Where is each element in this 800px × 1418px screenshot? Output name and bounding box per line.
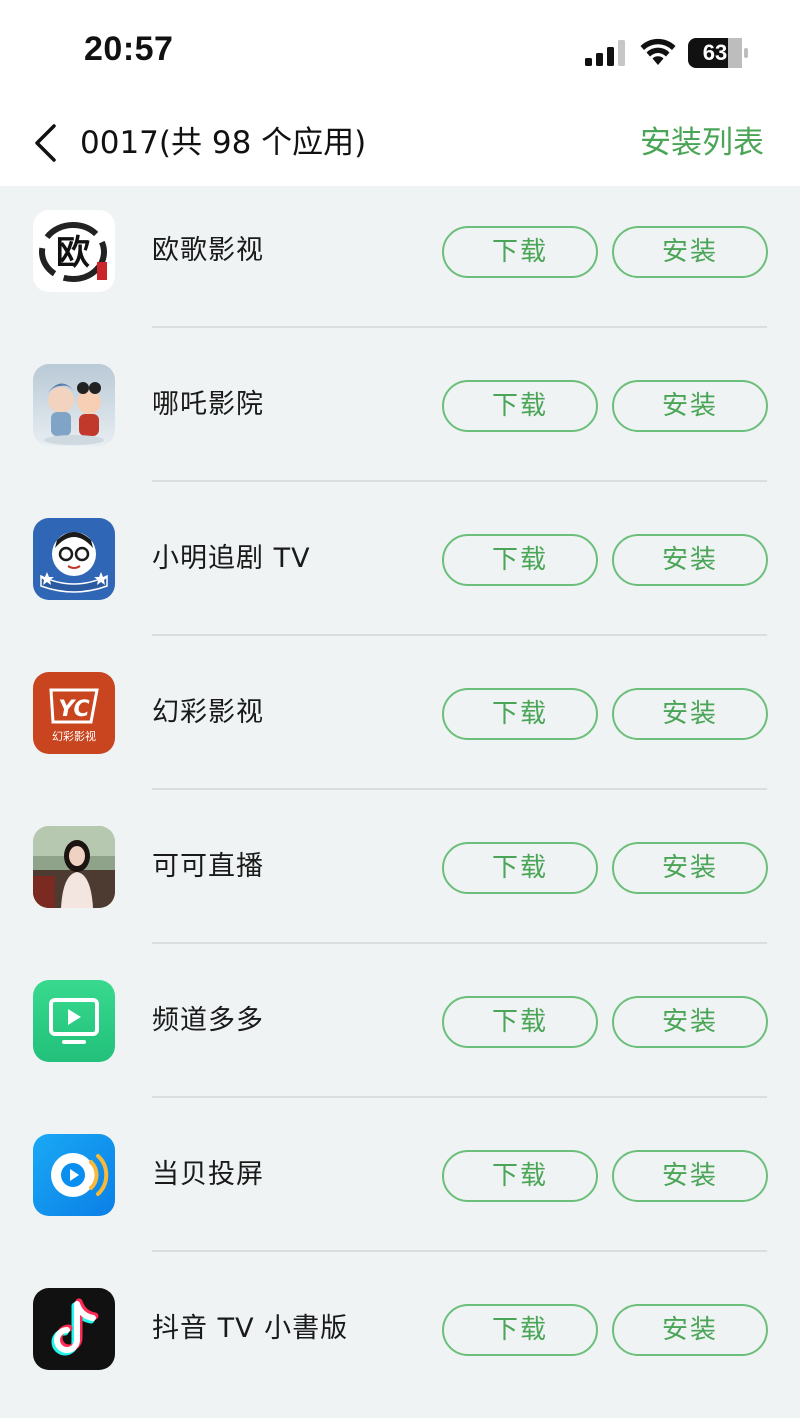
download-button[interactable]: 下载: [442, 1150, 598, 1202]
row-divider: [152, 942, 767, 944]
cellular-signal-icon: [585, 40, 625, 66]
install-button[interactable]: 安装: [612, 842, 768, 894]
row-divider: [152, 634, 767, 636]
download-button[interactable]: 下载: [442, 1304, 598, 1356]
app-row: 抖音 TV 小書版 下载 安装: [0, 1264, 800, 1418]
app-row: 当贝投屏 下载 安装: [0, 1110, 800, 1264]
page-title: 0017(共 98 个应用): [80, 125, 367, 161]
douyin-note-icon: [33, 1288, 115, 1370]
status-bar: 20:57 63: [0, 0, 800, 100]
install-list-button[interactable]: 安装列表: [640, 120, 764, 166]
install-button[interactable]: 安装: [612, 1304, 768, 1356]
row-divider: [152, 788, 767, 790]
download-button[interactable]: 下载: [442, 226, 598, 278]
app-row: 频道多多 下载 安装: [0, 956, 800, 1110]
app-name: 小明追剧 TV: [152, 543, 311, 574]
app-name: 幻彩影视: [152, 697, 264, 728]
battery-level: 63: [702, 40, 728, 65]
dangbei-cast-icon: [33, 1134, 115, 1216]
xiaoming-glasses-boy-icon: [33, 518, 115, 600]
tv-play-icon: [33, 980, 115, 1062]
install-button[interactable]: 安装: [612, 996, 768, 1048]
status-time: 20:57: [84, 30, 174, 68]
app-name: 抖音 TV 小書版: [152, 1313, 349, 1344]
install-button[interactable]: 安装: [612, 534, 768, 586]
install-button[interactable]: 安装: [612, 226, 768, 278]
huancai-yc-icon: YC 幻彩影视: [33, 672, 115, 754]
app-name: 哪吒影院: [152, 389, 264, 420]
install-button[interactable]: 安装: [612, 1150, 768, 1202]
download-button[interactable]: 下载: [442, 996, 598, 1048]
nav-bar: 0017(共 98 个应用) 安装列表: [0, 100, 800, 186]
app-row: 小明追剧 TV 下载 安装: [0, 494, 800, 648]
app-row: YC 幻彩影视 幻彩影视 下载 安装: [0, 648, 800, 802]
download-button[interactable]: 下载: [442, 842, 598, 894]
app-list: 欧 欧歌影视 下载 安装 哪吒影院 下载 安装 小明追剧 TV 下载 安装 YC…: [0, 186, 800, 1384]
ouge-calligraphy-icon: 欧: [33, 210, 115, 292]
row-divider: [152, 1096, 767, 1098]
app-name: 频道多多: [152, 1005, 264, 1036]
install-button[interactable]: 安装: [612, 380, 768, 432]
install-button[interactable]: 安装: [612, 688, 768, 740]
keke-live-photo-icon: [33, 826, 115, 908]
app-name: 可可直播: [152, 851, 264, 882]
app-row: 可可直播 下载 安装: [0, 802, 800, 956]
download-button[interactable]: 下载: [442, 380, 598, 432]
wifi-icon: [640, 38, 676, 65]
row-divider: [152, 480, 767, 482]
row-divider: [152, 1250, 767, 1252]
app-row: 欧 欧歌影视 下载 安装: [0, 186, 800, 340]
huancai-icon-logo: YC: [58, 697, 89, 722]
huancai-icon-caption: 幻彩影视: [52, 729, 96, 743]
app-name: 当贝投屏: [152, 1159, 264, 1190]
app-name: 欧歌影视: [152, 235, 264, 266]
back-arrow-icon[interactable]: [22, 118, 72, 168]
ouge-icon-glyph: 欧: [56, 233, 90, 273]
download-button[interactable]: 下载: [442, 688, 598, 740]
app-row: 哪吒影院 下载 安装: [0, 340, 800, 494]
row-divider: [152, 326, 767, 328]
nezha-cartoon-icon: [33, 364, 115, 446]
download-button[interactable]: 下载: [442, 534, 598, 586]
